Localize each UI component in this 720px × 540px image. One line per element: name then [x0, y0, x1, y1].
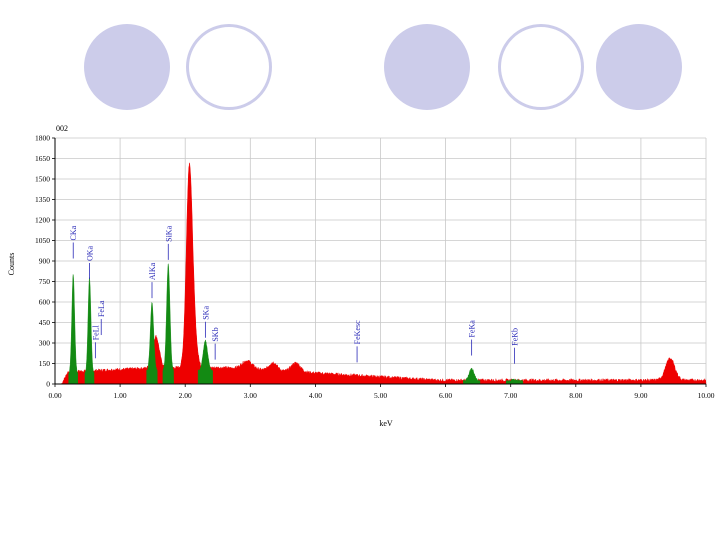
y-tick-label: 450 — [39, 318, 51, 327]
peak-label: FeKb — [511, 328, 520, 346]
decor-circle-3 — [384, 24, 470, 110]
y-axis-label: Counts — [7, 253, 16, 276]
peak-label: SiKa — [164, 225, 173, 241]
peak-label: CKa — [69, 225, 78, 240]
x-tick-label: 3.00 — [244, 391, 257, 400]
x-tick-label: 7.00 — [504, 391, 517, 400]
y-tick-label: 750 — [39, 277, 51, 286]
peak-label: SKa — [201, 306, 210, 320]
y-tick-label: 1500 — [35, 175, 50, 184]
decor-circle-1 — [84, 24, 170, 110]
decor-circle-4 — [498, 24, 584, 110]
peak-label: FeLl — [91, 324, 100, 340]
peak-label: FeLa — [97, 300, 106, 317]
axes: 0 150 300 450 600 750 900 1050 1200 1350 1500 1650 1… — [35, 134, 715, 401]
peak-label: OKa — [86, 245, 95, 261]
x-tick-label: 2.00 — [179, 391, 192, 400]
x-tick-label: 10.00 — [698, 391, 715, 400]
element-peak — [197, 339, 213, 385]
y-tick-label: 900 — [39, 257, 51, 266]
x-tick-label: 6.00 — [439, 391, 452, 400]
y-tick-label: 300 — [39, 339, 51, 348]
y-tick-label: 1650 — [35, 154, 50, 163]
y-tick-label: 1200 — [35, 216, 50, 225]
chart-corner-label: 002 — [56, 124, 68, 133]
y-tick-label: 600 — [39, 298, 51, 307]
y-tick-label: 1350 — [35, 195, 50, 204]
eds-spectrum-chart: 002 Counts keV 0 150 300 450 600 750 900 1050 12… — [7, 124, 715, 428]
x-tick-label: 1.00 — [114, 391, 127, 400]
y-tick-label: 150 — [39, 359, 51, 368]
background-spectrum — [61, 162, 707, 385]
decor-circle-2 — [186, 24, 272, 110]
x-tick-label: 0.00 — [48, 391, 61, 400]
x-tick-label: 8.00 — [569, 391, 582, 400]
peak-label: FeKesc — [353, 320, 362, 344]
x-tick-label: 9.00 — [634, 391, 647, 400]
y-tick-label: 1800 — [35, 134, 50, 143]
y-tick-label: 0 — [46, 380, 50, 389]
x-tick-label: 4.00 — [309, 391, 322, 400]
background-spectrum-area — [61, 162, 707, 385]
peak-label: FeKa — [468, 320, 477, 338]
peak-label: SKb — [211, 327, 220, 341]
y-tick-label: 1050 — [35, 236, 50, 245]
x-axis-label: keV — [379, 419, 393, 428]
element-peak — [68, 274, 79, 385]
decor-circle-5 — [596, 24, 682, 110]
peak-label: AlKa — [148, 262, 157, 280]
x-tick-label: 5.00 — [374, 391, 387, 400]
element-peak — [463, 367, 481, 385]
